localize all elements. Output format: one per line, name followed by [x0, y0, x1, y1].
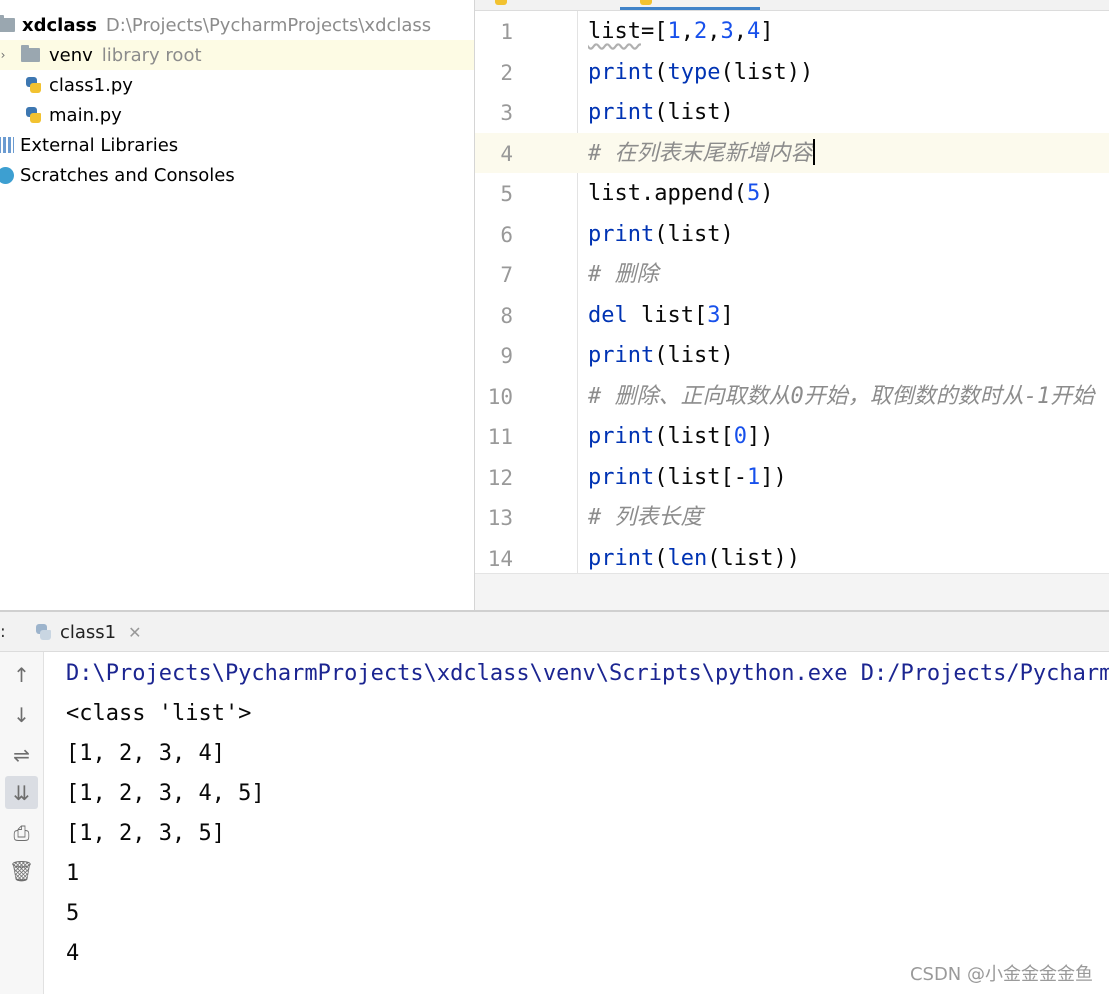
line-number: 7	[500, 263, 513, 287]
arrow-up-icon[interactable]: ↑	[5, 658, 38, 691]
folder-icon	[0, 15, 15, 32]
code-line[interactable]: 13 # 列表长度	[475, 497, 1109, 538]
code-text: del list[3]	[588, 302, 734, 328]
text-caret	[812, 138, 815, 165]
tree-item-label: External Libraries	[20, 134, 179, 156]
line-number: 6	[500, 222, 513, 247]
folder-icon	[21, 45, 40, 62]
python-file-icon	[640, 0, 652, 5]
console-line: <class 'list'>	[66, 701, 252, 726]
line-number: 11	[487, 425, 513, 449]
code-line[interactable]: 6 print(list)	[475, 214, 1109, 255]
python-file-icon	[24, 106, 42, 124]
tree-item-venv[interactable]: › venv library root	[0, 40, 474, 70]
line-number: 10	[487, 384, 513, 409]
run-panel-label: :	[0, 622, 6, 642]
editor-breadcrumb-bar	[475, 573, 1109, 610]
code-line[interactable]: 3 print(list)	[475, 92, 1109, 133]
line-number: 1	[500, 20, 513, 44]
code-text: # 删除、正向取数从0开始，取倒数的数时从-1开始	[588, 383, 1095, 409]
console-line: 5	[66, 901, 80, 926]
line-number: 5	[500, 182, 513, 206]
line-number: 8	[500, 303, 513, 328]
code-line[interactable]: 2 print(type(list))	[475, 52, 1109, 93]
project-tool-window: xdclass D:\Projects\PycharmProjects\xdcl…	[0, 0, 475, 610]
trash-icon[interactable]: 🗑	[5, 854, 38, 887]
console-line: 1	[66, 861, 80, 886]
soft-wrap-icon[interactable]: ⇌	[5, 738, 38, 771]
tree-root-xdclass[interactable]: xdclass D:\Projects\PycharmProjects\xdcl…	[0, 10, 474, 40]
code-line[interactable]: 12 print(list[-1])	[475, 457, 1109, 498]
python-file-icon	[495, 0, 507, 5]
run-tool-window: : class1 ✕ ↑ ↓ ⇌ ⇊ ⎙ 🗑 D:\Projects\Pycha…	[0, 610, 1109, 994]
console-line: [1, 2, 3, 5]	[66, 821, 225, 846]
python-file-icon	[34, 623, 52, 641]
code-text: # 列表长度	[588, 505, 703, 530]
line-number: 9	[500, 344, 513, 368]
python-file-icon	[24, 76, 42, 94]
code-line[interactable]: 14 print(len(list))	[475, 538, 1109, 574]
editor-tab-strip[interactable]	[475, 0, 1109, 11]
code-text: print(list)	[588, 100, 734, 125]
line-number: 14	[487, 546, 513, 571]
tree-item-main-py[interactable]: main.py	[0, 100, 474, 130]
chevron-right-icon[interactable]: ›	[0, 48, 11, 62]
watermark: CSDN @小金金金金鱼	[909, 964, 1093, 985]
console-output[interactable]: D:\Projects\PycharmProjects\xdclass\venv…	[66, 652, 1109, 994]
root-name: xdclass	[22, 14, 97, 36]
code-text: print(type(list))	[588, 59, 814, 85]
code-line-current[interactable]: 4 # 在列表末尾新增内容	[475, 132, 1109, 173]
tree-item-scratches[interactable]: Scratches and Consoles	[0, 160, 474, 190]
run-tab-class1[interactable]: class1 ✕	[28, 612, 152, 652]
tree-item-label: main.py	[49, 104, 122, 126]
code-line[interactable]: 10 # 删除、正向取数从0开始，取倒数的数时从-1开始	[475, 376, 1109, 417]
code-text: list=[1,2,3,4]	[588, 19, 774, 44]
code-text: print(list[-1])	[588, 464, 787, 490]
code-text: print(len(list))	[588, 545, 800, 571]
tree-item-label: Scratches and Consoles	[20, 164, 235, 186]
code-line[interactable]: 11 print(list[0])	[475, 416, 1109, 457]
scroll-to-end-icon[interactable]: ⇊	[5, 776, 38, 809]
code-line[interactable]: 9 print(list)	[475, 335, 1109, 376]
line-number: 13	[487, 506, 513, 530]
line-number: 12	[487, 465, 513, 490]
close-icon[interactable]: ✕	[128, 623, 141, 642]
print-icon[interactable]: ⎙	[5, 816, 38, 849]
code-text: list.append(5)	[588, 181, 774, 206]
code-text: print(list)	[588, 343, 734, 368]
library-root-hint: library root	[101, 44, 202, 66]
arrow-down-icon[interactable]: ↓	[5, 698, 38, 731]
code-line[interactable]: 7 # 删除	[475, 254, 1109, 295]
tree-item-external-libraries[interactable]: External Libraries	[0, 130, 474, 160]
scratches-icon	[0, 166, 14, 184]
code-text: # 在列表末尾新增内容	[588, 138, 815, 166]
code-line[interactable]: 5 list.append(5)	[475, 173, 1109, 214]
line-number: 4	[500, 141, 513, 166]
root-path: D:\Projects\PycharmProjects\xdclass	[105, 14, 432, 36]
console-line: [1, 2, 3, 4]	[66, 741, 225, 766]
tree-item-class1-py[interactable]: class1.py	[0, 70, 474, 100]
code-text: print(list)	[588, 221, 734, 247]
console-command-line: D:\Projects\PycharmProjects\xdclass\venv…	[66, 661, 1109, 686]
run-tab-label: class1	[60, 621, 117, 643]
tree-item-label: class1.py	[49, 74, 133, 96]
code-text: # 删除	[588, 262, 659, 287]
line-number: 2	[500, 60, 513, 85]
code-text: print(list[0])	[588, 424, 774, 449]
run-toolbar: ↑ ↓ ⇌ ⇊ ⎙ 🗑	[0, 652, 44, 994]
code-line[interactable]: 8 del list[3]	[475, 295, 1109, 336]
code-line[interactable]: 1 list=[1,2,3,4]	[475, 11, 1109, 52]
tree-item-label: venv	[49, 44, 93, 66]
run-tab-bar: : class1 ✕	[0, 612, 1109, 652]
console-line: [1, 2, 3, 4, 5]	[66, 781, 265, 806]
libraries-icon	[0, 137, 14, 153]
line-number: 3	[500, 101, 513, 125]
console-line: 4	[66, 941, 80, 966]
code-editor[interactable]: 1 list=[1,2,3,4] 2 print(type(list)) 3 p…	[475, 11, 1109, 573]
